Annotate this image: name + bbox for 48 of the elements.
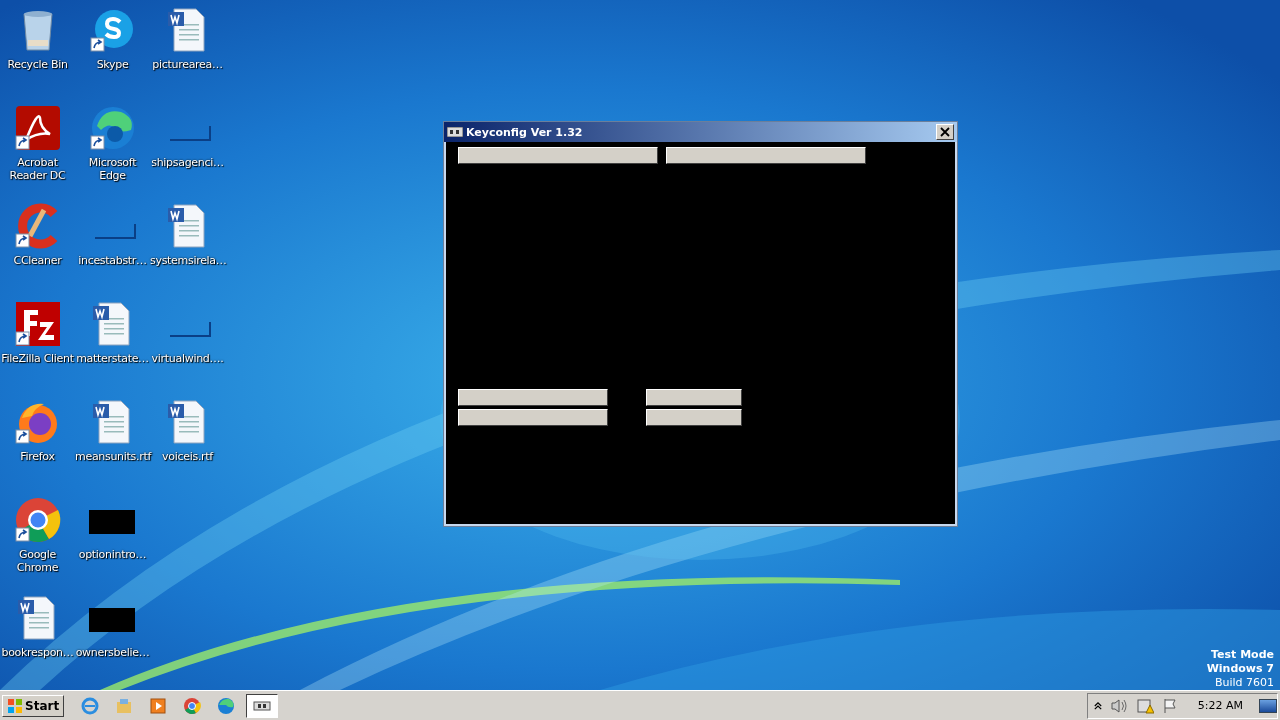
icon-label: incestabstr… <box>77 254 148 267</box>
app-icon[interactable] <box>13 300 62 348</box>
app-icon[interactable] <box>88 104 137 152</box>
icon-label: Acrobat Reader DC <box>8 156 67 182</box>
chrome-icon <box>182 695 203 716</box>
button[interactable] <box>458 409 608 426</box>
button[interactable] <box>666 147 866 164</box>
edge-icon <box>216 695 237 716</box>
icon-label: CCleaner <box>12 254 63 267</box>
keyboard-icon <box>447 127 463 137</box>
watermark-text: Build 7601 <box>1214 676 1274 690</box>
icon-label: Google Chrome <box>15 548 60 574</box>
icon-label: optionintro… <box>77 548 148 561</box>
icon-label: bookrespon… <box>0 646 75 659</box>
icon-label: Microsoft Edge <box>87 156 138 182</box>
app-icon[interactable] <box>13 104 62 152</box>
play-icon <box>148 695 169 716</box>
window-title: Keyconfig Ver 1.32 <box>466 125 584 139</box>
chevron-up-icon[interactable] <box>1093 700 1102 711</box>
icon-label: Skype <box>95 58 130 71</box>
watermark-text: Windows 7 <box>1206 662 1274 676</box>
icon-label: meansunits.rtf <box>75 450 150 463</box>
clock[interactable]: 5:22 AM <box>1197 699 1243 712</box>
network-warning-icon[interactable] <box>1135 697 1154 714</box>
button[interactable] <box>458 389 608 406</box>
icon-label: shipsagenci… <box>150 156 225 169</box>
icon-label: Firefox <box>19 450 56 463</box>
windows-logo-icon <box>7 697 23 714</box>
taskbar-button[interactable] <box>246 693 279 718</box>
watermark-text: Test Mode <box>1211 648 1274 662</box>
button[interactable] <box>646 389 742 406</box>
app-icon[interactable] <box>13 496 62 544</box>
button[interactable] <box>646 409 742 426</box>
icon-label: virtualwind…. <box>150 352 225 365</box>
close-button[interactable] <box>936 124 954 140</box>
show-desktop-button[interactable] <box>1259 698 1277 713</box>
icon-label: Recycle Bin <box>6 58 69 71</box>
icon-label: picturearea… <box>151 58 224 71</box>
button[interactable] <box>458 147 658 164</box>
icon-label: FileZilla Client <box>0 352 75 365</box>
browser-icon <box>80 695 101 716</box>
icon-label: ownersbelie… <box>75 646 150 659</box>
icon-label: systemsirela… <box>150 254 225 267</box>
icon-label: voiceis.rtf <box>161 450 215 463</box>
start-button[interactable]: Start <box>2 694 65 717</box>
icon-label: matterstate… <box>75 352 150 365</box>
flag-icon[interactable] <box>1161 697 1178 714</box>
speaker-icon[interactable] <box>1109 697 1128 714</box>
